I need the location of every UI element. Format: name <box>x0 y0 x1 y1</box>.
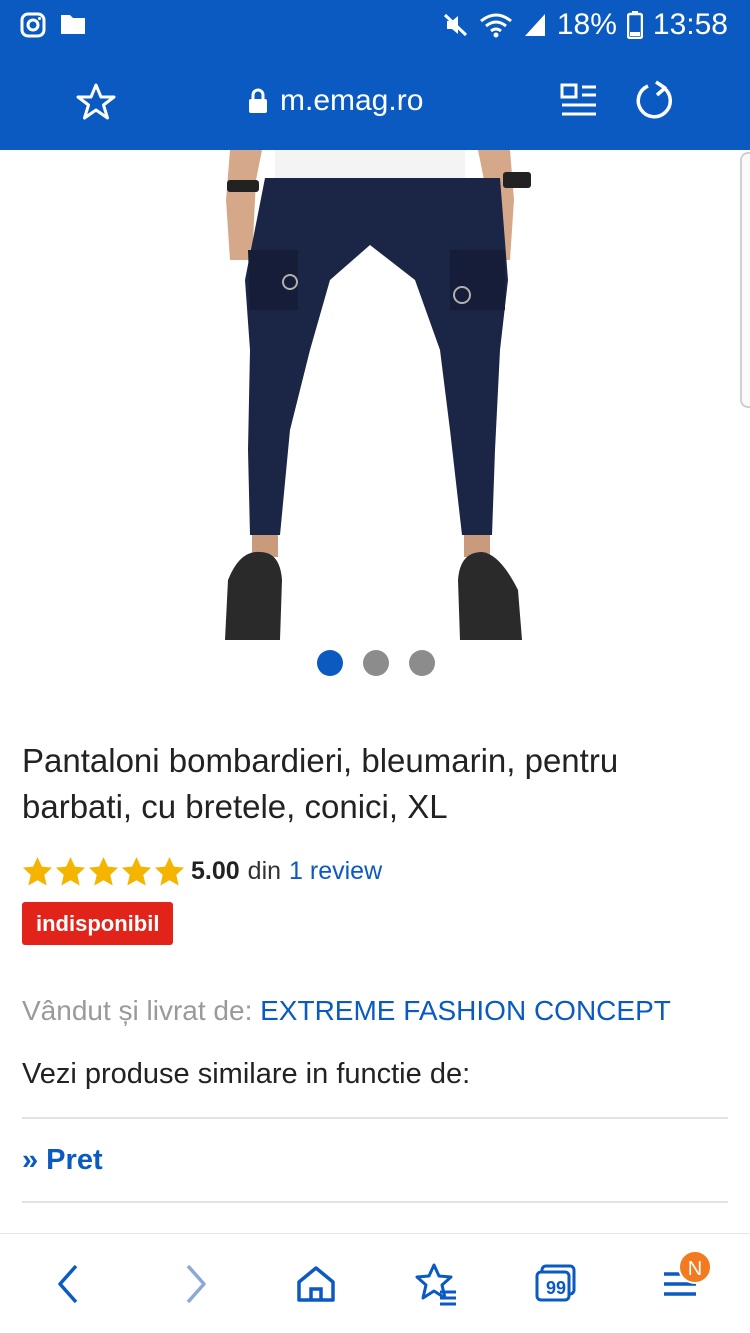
reload-icon[interactable] <box>634 80 676 122</box>
url-text: m.emag.ro <box>280 84 424 117</box>
star-icon <box>88 856 119 886</box>
star-icon <box>22 856 53 886</box>
notification-badge: N <box>678 1250 712 1284</box>
forward-icon[interactable] <box>172 1262 216 1306</box>
divider <box>22 1117 728 1119</box>
seller-info: Vândut și livrat de: EXTREME FASHION CON… <box>22 995 671 1027</box>
seller-label: Vândut și livrat de: <box>22 995 253 1026</box>
product-image[interactable] <box>200 150 540 642</box>
instagram-icon <box>20 12 46 38</box>
status-bar: 18% 13:58 <box>0 0 750 52</box>
carousel-dot[interactable] <box>409 650 435 676</box>
folder-icon <box>61 15 85 34</box>
divider <box>22 1201 728 1203</box>
wifi-icon <box>479 13 512 38</box>
availability-badge: indisponibil <box>22 902 174 945</box>
bookmarks-icon[interactable] <box>414 1262 458 1306</box>
seller-link[interactable]: EXTREME FASHION CONCEPT <box>260 995 671 1026</box>
rating-stars <box>22 856 185 887</box>
tabs-count: 99 <box>545 1278 567 1298</box>
reader-mode-icon[interactable] <box>560 82 598 120</box>
reviews-link[interactable]: 1 review <box>289 857 382 886</box>
back-icon[interactable] <box>48 1262 92 1306</box>
battery-percent: 18% <box>556 8 617 41</box>
mute-icon <box>443 13 467 37</box>
star-icon <box>121 856 152 886</box>
product-rating[interactable]: 5.00 din 1 review <box>22 856 382 887</box>
address-bar[interactable]: m.emag.ro <box>248 84 423 118</box>
filter-link-price[interactable]: » Pret <box>22 1144 103 1177</box>
rating-separator: din <box>247 857 282 885</box>
signal-icon <box>524 14 545 36</box>
product-title: Pantaloni bombardieri, bleumarin, pentru… <box>22 742 619 825</box>
home-icon[interactable] <box>294 1262 338 1306</box>
battery-icon <box>626 11 643 39</box>
carousel-dot[interactable] <box>363 650 389 676</box>
clock: 13:58 <box>652 8 728 41</box>
image-carousel-dots[interactable] <box>317 650 435 676</box>
browser-bottom-bar: 99 N <box>0 1233 750 1333</box>
star-icon <box>154 856 185 886</box>
star-icon <box>55 856 86 886</box>
bookmark-star-icon[interactable] <box>76 82 116 122</box>
scrollbar[interactable] <box>740 152 750 408</box>
browser-toolbar: m.emag.ro <box>0 52 750 150</box>
similar-products-heading: Vezi produse similare in functie de: <box>22 1058 471 1090</box>
lock-icon <box>249 88 267 113</box>
page-content[interactable]: Pantaloni bombardieri, bleumarin, pentru… <box>0 150 750 1233</box>
carousel-dot[interactable] <box>317 650 343 676</box>
rating-score: 5.00 <box>191 857 240 885</box>
